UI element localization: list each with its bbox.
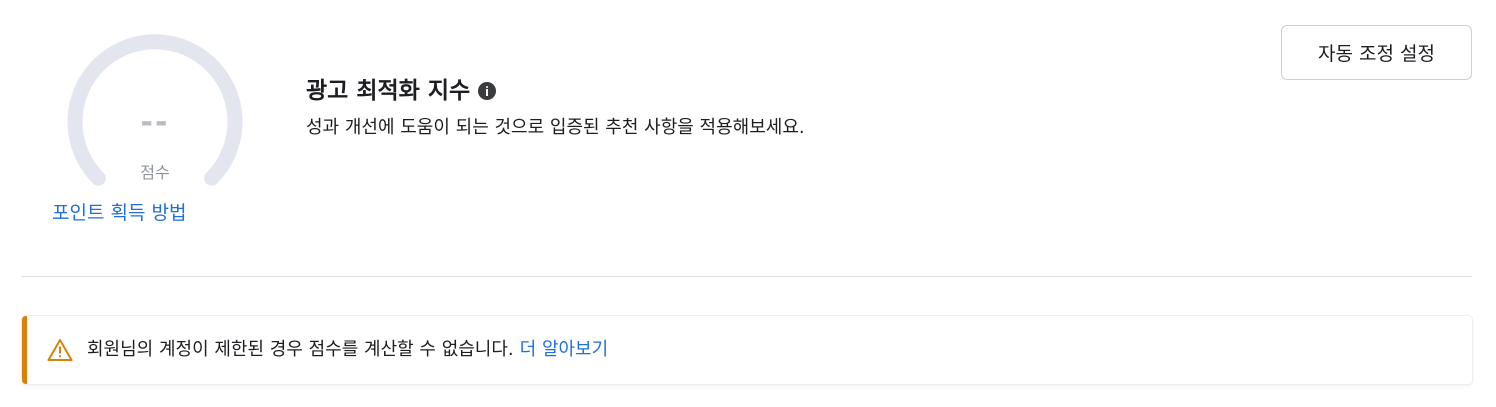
restricted-account-warning-banner: 회원님의 계정이 제한된 경우 점수를 계산할 수 없습니다. 더 알아보기 xyxy=(22,316,1472,384)
title-row: 광고 최적화 지수 xyxy=(306,74,497,108)
score-value: -- xyxy=(140,105,170,140)
score-label: 점수 xyxy=(140,163,170,182)
banner-message: 회원님의 계정이 제한된 경우 점수를 계산할 수 없습니다. xyxy=(87,339,514,360)
warning-triangle-icon xyxy=(47,339,73,361)
score-gauge: -- 점수 xyxy=(60,28,250,188)
divider xyxy=(22,276,1472,277)
ad-optimization-panel: -- 점수 포인트 획득 방법 광고 최적화 지수 성과 개선에 도움이 되는 … xyxy=(0,0,1496,407)
page-subtitle: 성과 개선에 도움이 되는 것으로 입증된 추천 사항을 적용해보세요. xyxy=(306,117,805,138)
learn-more-link[interactable]: 더 알아보기 xyxy=(520,339,609,360)
banner-message-wrapper: 회원님의 계정이 제한된 경우 점수를 계산할 수 없습니다. 더 알아보기 xyxy=(87,337,608,363)
auto-adjust-settings-button[interactable]: 자동 조정 설정 xyxy=(1281,25,1472,80)
info-icon[interactable] xyxy=(478,82,497,100)
how-to-earn-points-link[interactable]: 포인트 획득 방법 xyxy=(52,199,186,227)
page-title: 광고 최적화 지수 xyxy=(306,78,471,104)
